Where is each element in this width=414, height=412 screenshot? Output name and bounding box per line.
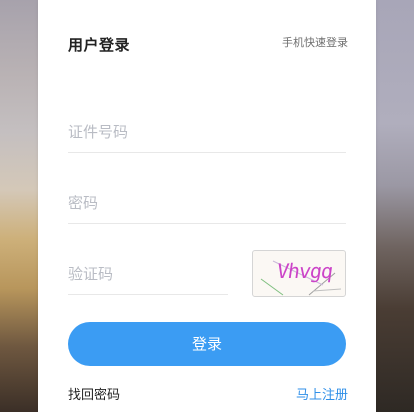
login-button[interactable]: 登录 (68, 322, 346, 366)
background-image-right (376, 0, 414, 412)
login-title: 用户登录 (68, 36, 131, 54)
captcha-image[interactable]: Vhvgq (252, 250, 346, 297)
id-number-input[interactable] (68, 112, 346, 152)
password-input[interactable] (68, 183, 346, 223)
captcha-input[interactable] (68, 254, 228, 294)
forgot-password-link[interactable]: 找回密码 (68, 384, 120, 403)
password-field (68, 183, 346, 224)
phone-quick-login-link[interactable]: 手机快速登录 (282, 34, 348, 50)
captcha-code: Vhvgq (275, 259, 334, 283)
login-card: 用户登录 手机快速登录 Vhvgq 登录 找回密码 马上注册 (38, 0, 376, 412)
captcha-field (68, 254, 228, 295)
register-link[interactable]: 马上注册 (296, 384, 348, 403)
id-number-field (68, 112, 346, 153)
